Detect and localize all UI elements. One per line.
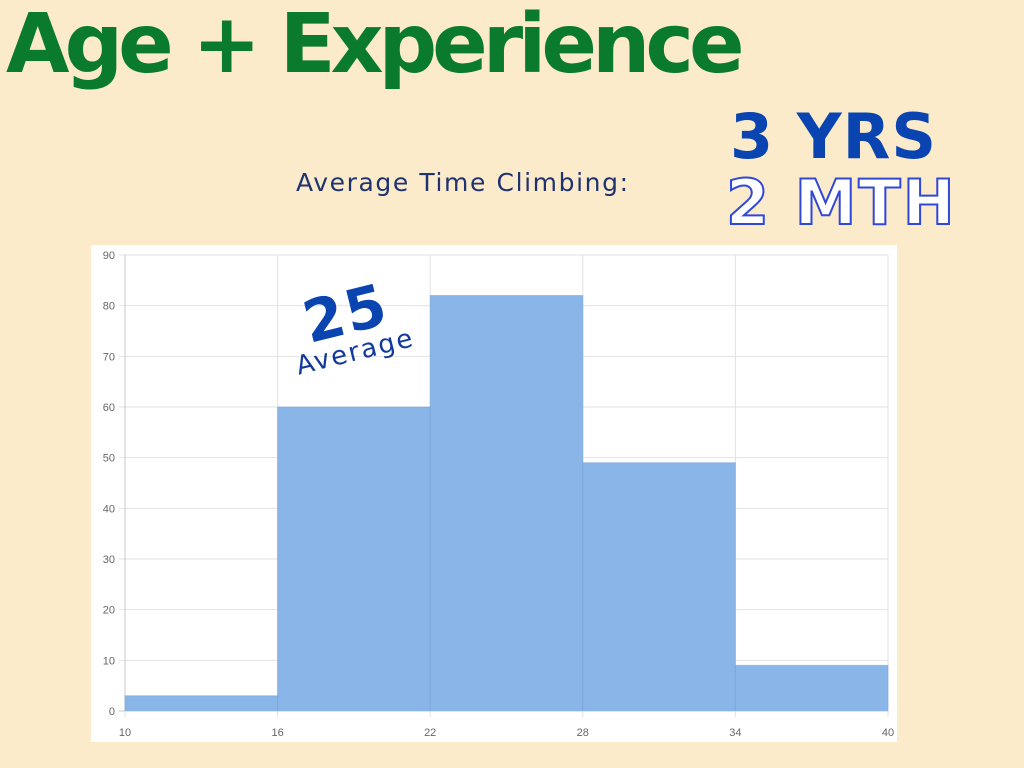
histogram-bar (582, 462, 736, 711)
y-tick-label: 20 (103, 605, 115, 617)
page-title: Age + Experience (6, 0, 745, 92)
average-months-value: 2 MTH (725, 166, 957, 239)
average-years-value: 3 YRS (730, 100, 938, 173)
histogram-svg: 0 10 20 30 40 50 60 70 80 90 10 16 22 28 34 40 (103, 250, 894, 739)
y-tick-label: 10 (103, 655, 115, 667)
x-tick-label: 40 (882, 727, 894, 739)
x-tick-label: 22 (424, 727, 436, 739)
histogram-bar (430, 295, 583, 711)
histogram-bar (735, 665, 888, 711)
y-tick-label: 50 (103, 453, 115, 465)
y-tick-label: 60 (103, 402, 115, 414)
histogram-bar (277, 407, 431, 711)
y-tick-label: 0 (109, 706, 115, 718)
y-tick-label: 40 (103, 503, 115, 515)
x-tick-label: 34 (729, 727, 741, 739)
average-time-label: Average Time Climbing: (296, 168, 630, 197)
y-tick-label: 90 (103, 250, 115, 262)
x-tick-label: 28 (577, 727, 589, 739)
x-tick-label: 10 (119, 727, 131, 739)
y-tick-label: 70 (103, 351, 115, 363)
histogram-chart: 0 10 20 30 40 50 60 70 80 90 10 16 22 28 34 40 (91, 245, 897, 742)
histogram-bar (125, 695, 278, 711)
y-tick-label: 80 (103, 301, 115, 313)
x-tick-label: 16 (271, 727, 283, 739)
y-tick-label: 30 (103, 554, 115, 566)
